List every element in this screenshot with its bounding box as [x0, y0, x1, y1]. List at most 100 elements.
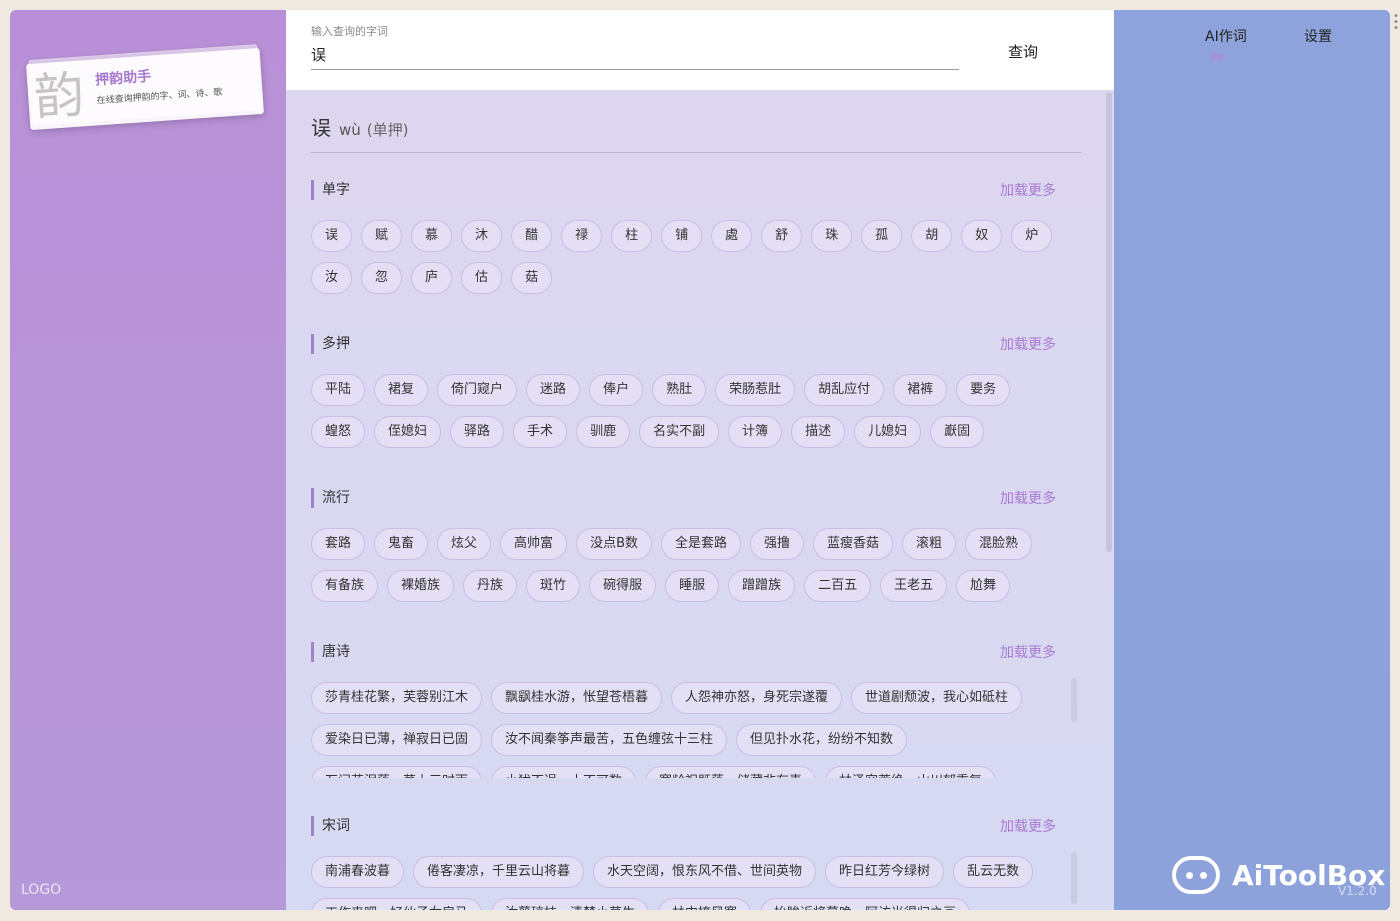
rhyme-chip[interactable]: 俸户	[589, 374, 644, 406]
rhyme-chip[interactable]: 有备族	[311, 570, 379, 602]
left-panel: 韵 押韵助手 在线查询押韵的字、词、诗、歌 LOGO	[10, 10, 286, 910]
nav-settings[interactable]: 设置	[1304, 26, 1332, 46]
rhyme-chip[interactable]: 斑竹	[526, 570, 581, 602]
rhyme-chip[interactable]: 迷路	[526, 374, 581, 406]
app-title: 押韵助手	[94, 68, 152, 89]
rhyme-chip[interactable]: 二百五	[804, 570, 872, 602]
rhyme-chip[interactable]: 奴	[961, 220, 1003, 252]
rhyme-chip[interactable]: 石问花泪落，草上三时雨	[311, 766, 483, 778]
rhyme-chip[interactable]: 汝萼琼枝，清梦小草生	[491, 898, 650, 910]
rhyme-chip[interactable]: 慕	[411, 220, 453, 252]
rhyme-chip[interactable]: 寒龄祝既落，储藏非有素	[645, 766, 817, 778]
rhyme-chip[interactable]: 全是套路	[660, 528, 741, 560]
rhyme-chip[interactable]: 蓝瘦香菇	[813, 528, 894, 560]
rhyme-chip[interactable]: 侄媳妇	[374, 416, 442, 448]
section-title: 唐诗	[311, 642, 350, 662]
load-more-button[interactable]: 加载更多	[1000, 488, 1056, 508]
rhyme-chip[interactable]: 误	[311, 220, 353, 252]
rhyme-chip[interactable]: 滚粗	[902, 528, 957, 560]
rhyme-chip[interactable]: 沐	[461, 220, 503, 252]
rhyme-chip[interactable]: 汝	[311, 262, 353, 294]
rhyme-chip[interactable]: 蹭蹭族	[728, 570, 796, 602]
rhyme-chip[interactable]: 昨日红芳今绿树	[825, 856, 945, 888]
rhyme-chip[interactable]: 世道剧颓波，我心如砥柱	[851, 682, 1023, 714]
rhyme-chip[interactable]: 蝗怒	[311, 416, 366, 448]
rhyme-chip[interactable]: 裙复	[374, 374, 429, 406]
load-more-button[interactable]: 加载更多	[1000, 642, 1056, 662]
rhyme-chip[interactable]: 林中掩风寒	[658, 898, 752, 910]
rhyme-chip[interactable]: 混脸熟	[965, 528, 1033, 560]
rhyme-chip[interactable]: 高帅富	[500, 528, 568, 560]
rhyme-chip[interactable]: 儿媳妇	[854, 416, 922, 448]
rhyme-chip[interactable]: 醋	[511, 220, 553, 252]
chip-list: 平陆 裙复 倚门窥户 迷路 俸户 熟肚 荣肠惹肚 胡乱应付 裙裤 要务蝗怒 侄媳妇 驿路 手术 驯鹿 名实不…	[311, 374, 1071, 448]
rhyme-chip[interactable]: 估	[461, 262, 503, 294]
rhyme-chip[interactable]: 南浦春波暮	[311, 856, 405, 888]
search-button[interactable]: 查询	[993, 36, 1053, 66]
load-more-button[interactable]: 加载更多	[1000, 180, 1056, 200]
song-scrollbar[interactable]	[1071, 852, 1077, 904]
rhyme-chip[interactable]: 套路	[311, 528, 366, 560]
rhyme-chip[interactable]: 名实不副	[639, 416, 720, 448]
rhyme-chip[interactable]: 但见扑水花，纷纷不知数	[736, 724, 908, 756]
rhyme-chip[interactable]: 要务	[956, 374, 1011, 406]
rhyme-chip[interactable]: 鬼畜	[374, 528, 429, 560]
rhyme-chip[interactable]: 描述	[791, 416, 846, 448]
nav-ai-lyrics[interactable]: AI作词	[1205, 26, 1247, 46]
rhyme-chip[interactable]: 處	[711, 220, 753, 252]
rhyme-chip[interactable]: 禄	[561, 220, 603, 252]
rhyme-chip[interactable]: 驿路	[450, 416, 505, 448]
rhyme-chip[interactable]: 铺	[661, 220, 703, 252]
rhyme-chip[interactable]: 倦客凄凉，千里云山将暮	[413, 856, 585, 888]
rhyme-chip[interactable]: 王老五	[880, 570, 948, 602]
rhyme-chip[interactable]: 乱云无数	[953, 856, 1034, 888]
rhyme-chip[interactable]: 没点B数	[576, 528, 652, 560]
rhyme-chip[interactable]: 手术	[513, 416, 568, 448]
rhyme-chip[interactable]: 庐	[411, 262, 453, 294]
rhyme-chip[interactable]: 忽	[361, 262, 403, 294]
rhyme-chip[interactable]: 莎青桂花繁，芙蓉别江木	[311, 682, 483, 714]
rhyme-chip[interactable]: 碗得服	[589, 570, 657, 602]
rhyme-chip[interactable]: 裸婚族	[387, 570, 455, 602]
rhyme-chip[interactable]: 强撸	[750, 528, 805, 560]
rhyme-chip[interactable]: 炉	[1011, 220, 1053, 252]
load-more-button[interactable]: 加载更多	[1000, 816, 1056, 836]
result-word: 误	[311, 116, 331, 140]
rhyme-chip[interactable]: 水天空阔，恨东风不借、世间英物	[593, 856, 817, 888]
robot-face-icon	[1172, 856, 1220, 894]
rhyme-chip[interactable]: 驯鹿	[576, 416, 631, 448]
rhyme-chip[interactable]: 倚门窥户	[437, 374, 518, 406]
chip-list: 套路 鬼畜 炫父 高帅富 没点B数 全是套路 强撸 蓝瘦香菇 滚粗 混脸熟有备族 裸婚族 丹族 斑竹 碗得…	[311, 528, 1071, 602]
search-input[interactable]	[311, 40, 959, 70]
rhyme-chip[interactable]: 熟肚	[652, 374, 707, 406]
rhyme-chip[interactable]: 平陆	[311, 374, 366, 406]
rhyme-chip[interactable]: 孤	[861, 220, 903, 252]
rhyme-chip[interactable]: 丹族	[463, 570, 518, 602]
load-more-button[interactable]: 加载更多	[1000, 334, 1056, 354]
rhyme-chip[interactable]: 荣肠惹肚	[715, 374, 796, 406]
rhyme-chip[interactable]: 巚固	[930, 416, 985, 448]
rhyme-chip[interactable]: 计簿	[728, 416, 783, 448]
rhyme-chip[interactable]: 工作来吧，好伙子女房马	[311, 898, 483, 910]
rhyme-chip[interactable]: 炫父	[437, 528, 492, 560]
rhyme-chip[interactable]: 睡服	[665, 570, 720, 602]
rhyme-chip[interactable]: 人怨神亦怒，身死宗遂覆	[671, 682, 843, 714]
tang-scrollbar[interactable]	[1071, 678, 1077, 722]
rhyme-chip[interactable]: 抬眸近将暮晚，阿访当得归之画	[760, 898, 971, 910]
section-title: 单字	[311, 180, 350, 200]
rhyme-chip[interactable]: 裙裤	[893, 374, 948, 406]
rhyme-chip[interactable]: 汝不闻秦筝声最苦，五色缠弦十三柱	[491, 724, 728, 756]
rhyme-chip[interactable]: 珠	[811, 220, 853, 252]
rhyme-chip[interactable]: 柱	[611, 220, 653, 252]
rhyme-chip[interactable]: 赋	[361, 220, 403, 252]
more-menu-icon[interactable]: • • •	[1393, 12, 1399, 34]
rhyme-chip[interactable]: 小犹不逞，十不可数	[491, 766, 637, 778]
rhyme-chip[interactable]: 胡乱应付	[804, 374, 885, 406]
rhyme-chip[interactable]: 菇	[511, 262, 553, 294]
rhyme-chip[interactable]: 舒	[761, 220, 803, 252]
rhyme-chip[interactable]: 爱染日已薄，禅寂日已固	[311, 724, 483, 756]
rhyme-chip[interactable]: 飘飖桂水游，怅望苍梧暮	[491, 682, 663, 714]
rhyme-chip[interactable]: 胡	[911, 220, 953, 252]
rhyme-chip[interactable]: 尬舞	[956, 570, 1011, 602]
rhyme-chip[interactable]: 林泽穷荒绝，山川郁重复	[825, 766, 997, 778]
